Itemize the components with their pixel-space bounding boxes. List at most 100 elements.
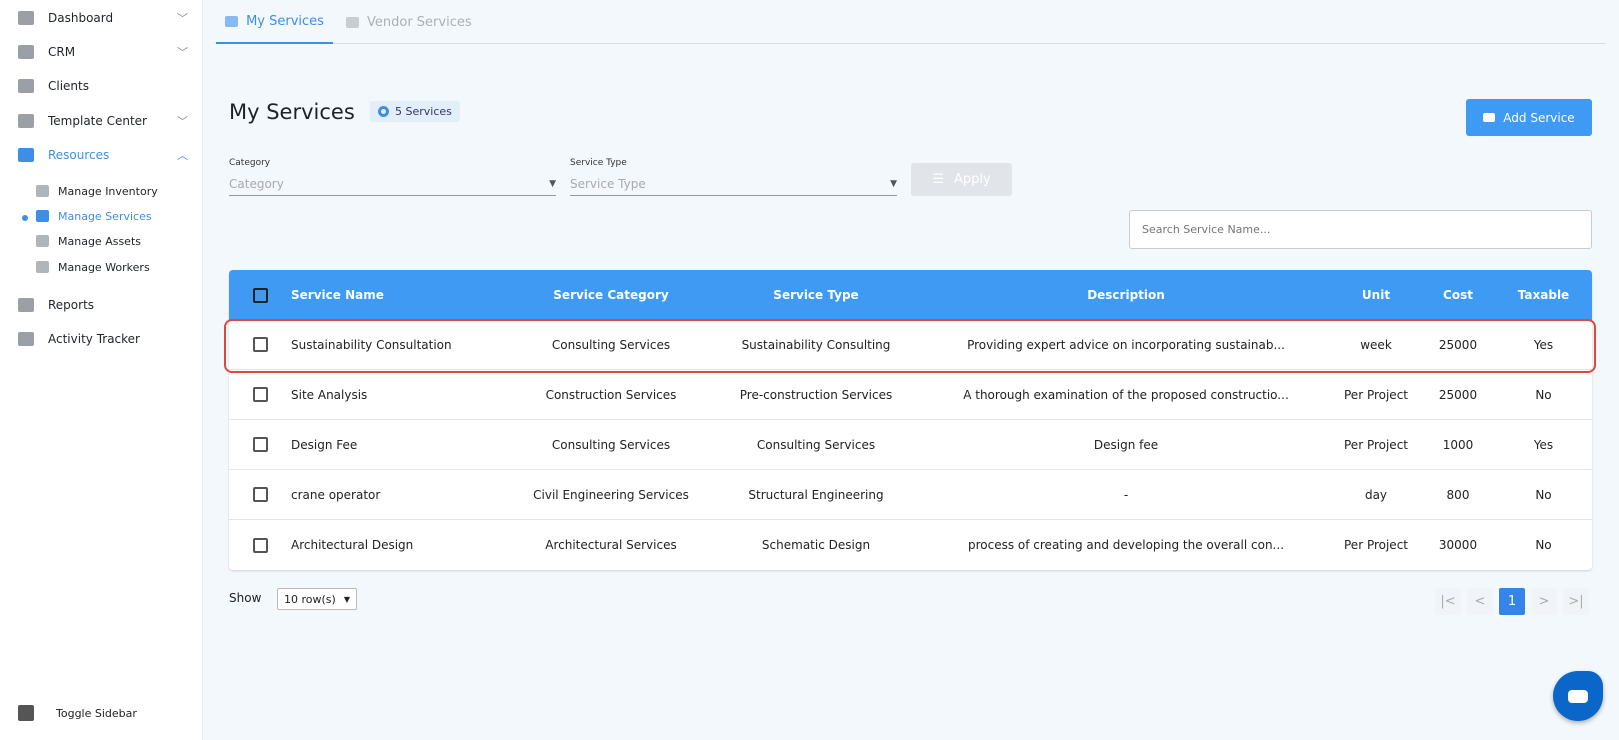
cell-cost: 25000 — [1438, 387, 1478, 402]
page-1-button[interactable]: 1 — [1499, 588, 1525, 615]
cell-description: - — [1123, 487, 1129, 502]
table-row[interactable]: Site Analysis Construction Services Pre-co… — [229, 370, 1592, 420]
tab-bar: My Services Vendor Services — [216, 0, 1606, 44]
circle-icon — [378, 106, 389, 117]
activity-icon — [18, 332, 34, 346]
vendor-icon — [346, 16, 359, 28]
rows-per-page-select[interactable]: 10 row(s) ▼ — [277, 588, 357, 610]
cell-service-category: Consulting Services — [551, 437, 671, 452]
cell-description: A thorough examination of the proposed c… — [963, 387, 1289, 402]
sidebar-item-crm[interactable]: CRM ﹀ — [18, 39, 188, 65]
cell-taxable: No — [1535, 387, 1552, 402]
category-select[interactable]: Category ▼ — [229, 173, 556, 196]
next-page-button[interactable]: > — [1531, 588, 1557, 615]
sidebar-sub-manage-inventory[interactable]: Manage Inventory — [36, 180, 158, 202]
sidebar-sub-manage-workers[interactable]: Manage Workers — [36, 256, 150, 278]
chat-icon — [1568, 689, 1588, 703]
filter-icon: ☰ — [932, 172, 944, 187]
toggle-sidebar-button[interactable]: Toggle Sidebar — [18, 705, 137, 721]
cell-service-name: Site Analysis — [291, 387, 368, 402]
row-checkbox[interactable] — [252, 387, 268, 402]
sidebar-item-reports[interactable]: Reports — [18, 292, 188, 318]
chat-button[interactable] — [1553, 671, 1603, 721]
cell-service-name: Architectural Design — [291, 538, 414, 552]
cell-taxable: No — [1535, 487, 1552, 502]
cell-service-category: Civil Engineering Services — [533, 487, 689, 502]
cell-service-type: Structural Engineering — [748, 487, 884, 502]
chevron-down-icon: ﹀ — [177, 46, 188, 59]
table-row[interactable]: crane operator Civil Engineering Services… — [229, 470, 1592, 520]
table-row[interactable]: Architectural Design Architectural Servic… — [229, 520, 1592, 570]
sidebar-sub-manage-assets[interactable]: Manage Assets — [36, 230, 141, 252]
apply-button[interactable]: ☰ Apply — [911, 163, 1012, 196]
tab-my-services[interactable]: My Services — [216, 0, 333, 44]
cell-description: process of creating and developing the o… — [967, 538, 1285, 552]
category-label: Category — [229, 158, 271, 168]
sidebar-item-clients[interactable]: Clients — [18, 73, 188, 99]
reports-icon — [18, 298, 34, 312]
first-page-button[interactable]: |< — [1435, 588, 1461, 615]
dashboard-icon — [18, 11, 34, 25]
cell-service-name: crane operator — [291, 487, 381, 502]
tab-vendor-services[interactable]: Vendor Services — [346, 0, 472, 44]
chevron-down-icon: ﹀ — [177, 12, 188, 25]
header-service-category[interactable]: Service Category — [511, 288, 711, 302]
inventory-icon — [36, 185, 49, 197]
dropdown-arrow-icon: ▼ — [343, 594, 350, 604]
services-icon — [225, 15, 239, 27]
row-checkbox[interactable] — [252, 537, 268, 553]
chevron-up-icon: ︿ — [177, 149, 188, 162]
header-description[interactable]: Description — [921, 288, 1331, 302]
assets-icon — [36, 235, 49, 247]
chevron-down-icon: ﹀ — [177, 115, 188, 128]
header-unit[interactable]: Unit — [1331, 288, 1421, 302]
cell-service-category: Architectural Services — [545, 538, 677, 552]
workers-icon — [36, 261, 49, 273]
sidebar-item-activity-tracker[interactable]: Activity Tracker — [18, 326, 188, 352]
service-type-select[interactable]: Service Type ▼ — [570, 173, 897, 196]
dropdown-arrow-icon: ▼ — [890, 179, 897, 189]
active-indicator — [22, 215, 28, 221]
cell-cost: 800 — [1446, 487, 1470, 502]
sidebar: Dashboard ﹀ CRM ﹀ Clients Template Center ﹀… — [0, 0, 203, 740]
row-checkbox[interactable] — [252, 437, 268, 452]
sidebar-toggle-icon — [18, 705, 34, 721]
resources-icon — [18, 148, 34, 162]
add-service-button[interactable]: Add Service — [1466, 99, 1592, 136]
crm-icon — [18, 45, 34, 59]
cell-service-type: Pre-construction Services — [739, 387, 893, 402]
cell-cost: 30000 — [1438, 538, 1478, 552]
table-header: Service Name Service Category Service Ty… — [229, 270, 1592, 320]
add-user-icon — [1483, 113, 1496, 122]
highlighted-row-outline — [224, 319, 1596, 373]
sidebar-item-dashboard[interactable]: Dashboard ﹀ — [18, 5, 188, 31]
dropdown-arrow-icon: ▼ — [549, 179, 556, 189]
cell-service-type: Schematic Design — [761, 538, 871, 552]
cell-service-type: Consulting Services — [756, 437, 876, 452]
prev-page-button[interactable]: < — [1467, 588, 1493, 615]
select-all-checkbox[interactable] — [252, 287, 268, 303]
count-badge: 5 Services — [370, 101, 460, 122]
services-icon — [36, 210, 49, 222]
header-service-name[interactable]: Service Name — [291, 288, 511, 302]
row-checkbox[interactable] — [252, 487, 268, 502]
template-icon — [18, 114, 34, 128]
cell-unit: day — [1364, 487, 1388, 502]
header-service-type[interactable]: Service Type — [711, 288, 921, 302]
cell-unit: Per Project — [1344, 538, 1408, 552]
page-title: My Services — [229, 100, 355, 124]
cell-service-name: Design Fee — [291, 437, 358, 452]
sidebar-sub-manage-services[interactable]: Manage Services — [36, 205, 152, 227]
sidebar-item-template-center[interactable]: Template Center ﹀ — [18, 108, 188, 134]
header-cost[interactable]: Cost — [1421, 288, 1495, 302]
cell-taxable: No — [1535, 538, 1552, 552]
show-label: Show — [229, 591, 262, 605]
cell-unit: Per Project — [1344, 437, 1408, 452]
services-table: Service Name Service Category Service Ty… — [229, 270, 1592, 570]
header-taxable[interactable]: Taxable — [1495, 288, 1592, 302]
search-input[interactable] — [1129, 210, 1592, 249]
table-row[interactable]: Design Fee Consulting Services Consulting … — [229, 420, 1592, 470]
cell-taxable: Yes — [1533, 437, 1554, 452]
sidebar-item-resources[interactable]: Resources ︿ — [18, 142, 188, 168]
last-page-button[interactable]: >| — [1563, 588, 1589, 615]
